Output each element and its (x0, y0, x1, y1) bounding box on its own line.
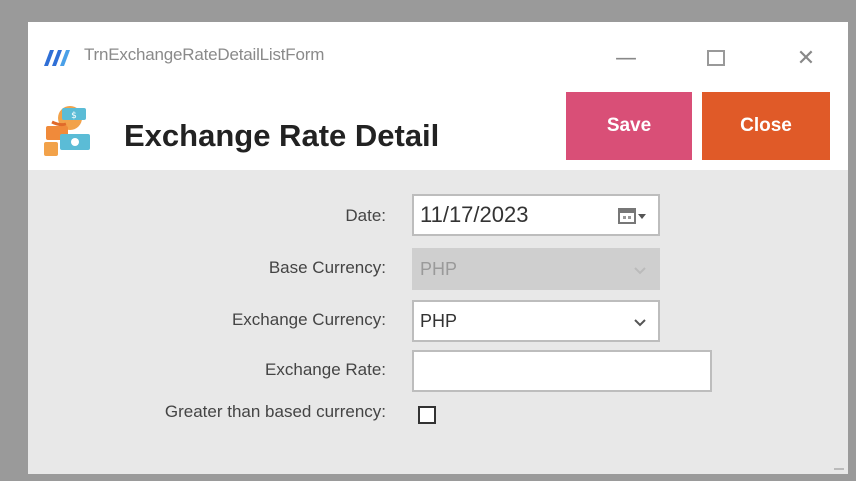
chevron-down-icon[interactable] (632, 314, 648, 330)
resize-grip[interactable] (834, 468, 844, 470)
calendar-icon[interactable] (618, 206, 648, 226)
exchange-money-icon: $ (44, 106, 90, 156)
base-currency-value: PHP (420, 258, 458, 279)
title-bar[interactable]: TrnExchangeRateDetailListForm — ✕ (28, 22, 848, 88)
form-header: $ Exchange Rate Detail Save Close (28, 88, 848, 170)
save-button[interactable]: Save (566, 92, 692, 160)
exchange-rate-label: Exchange Rate: (265, 360, 386, 379)
window-title: TrnExchangeRateDetailListForm (84, 45, 325, 64)
greater-than-base-checkbox[interactable] (418, 406, 436, 424)
date-value: 11/17/2023 (420, 202, 529, 227)
page-title: Exchange Rate Detail (124, 118, 440, 153)
dialog-window: TrnExchangeRateDetailListForm — ✕ $ Exch… (28, 22, 848, 474)
exchange-currency-label: Exchange Currency: (231, 310, 386, 329)
exchange-currency-value: PHP (420, 310, 458, 331)
date-picker[interactable]: 11/17/2023 (412, 194, 660, 236)
form-body: Date: 11/17/2023 Base Currency: PHP Exch… (28, 170, 848, 474)
maximize-icon (707, 50, 725, 66)
base-currency-label: Base Currency: (268, 258, 386, 277)
minimize-icon: — (615, 45, 637, 71)
chevron-down-icon (634, 267, 646, 275)
close-icon: ✕ (796, 45, 816, 71)
svg-text:$: $ (71, 111, 77, 121)
close-button[interactable]: Close (702, 92, 830, 160)
exchange-currency-select[interactable]: PHP (412, 300, 660, 342)
greater-than-base-label: Greater than based currency: (164, 402, 386, 421)
base-currency-select: PHP (412, 248, 660, 290)
close-window-button[interactable]: ✕ (782, 36, 830, 80)
maximize-button[interactable] (692, 36, 740, 80)
minimize-button[interactable]: — (602, 36, 650, 80)
date-label: Date: (345, 206, 386, 225)
app-logo-icon (44, 50, 70, 66)
exchange-rate-input[interactable] (412, 350, 712, 392)
